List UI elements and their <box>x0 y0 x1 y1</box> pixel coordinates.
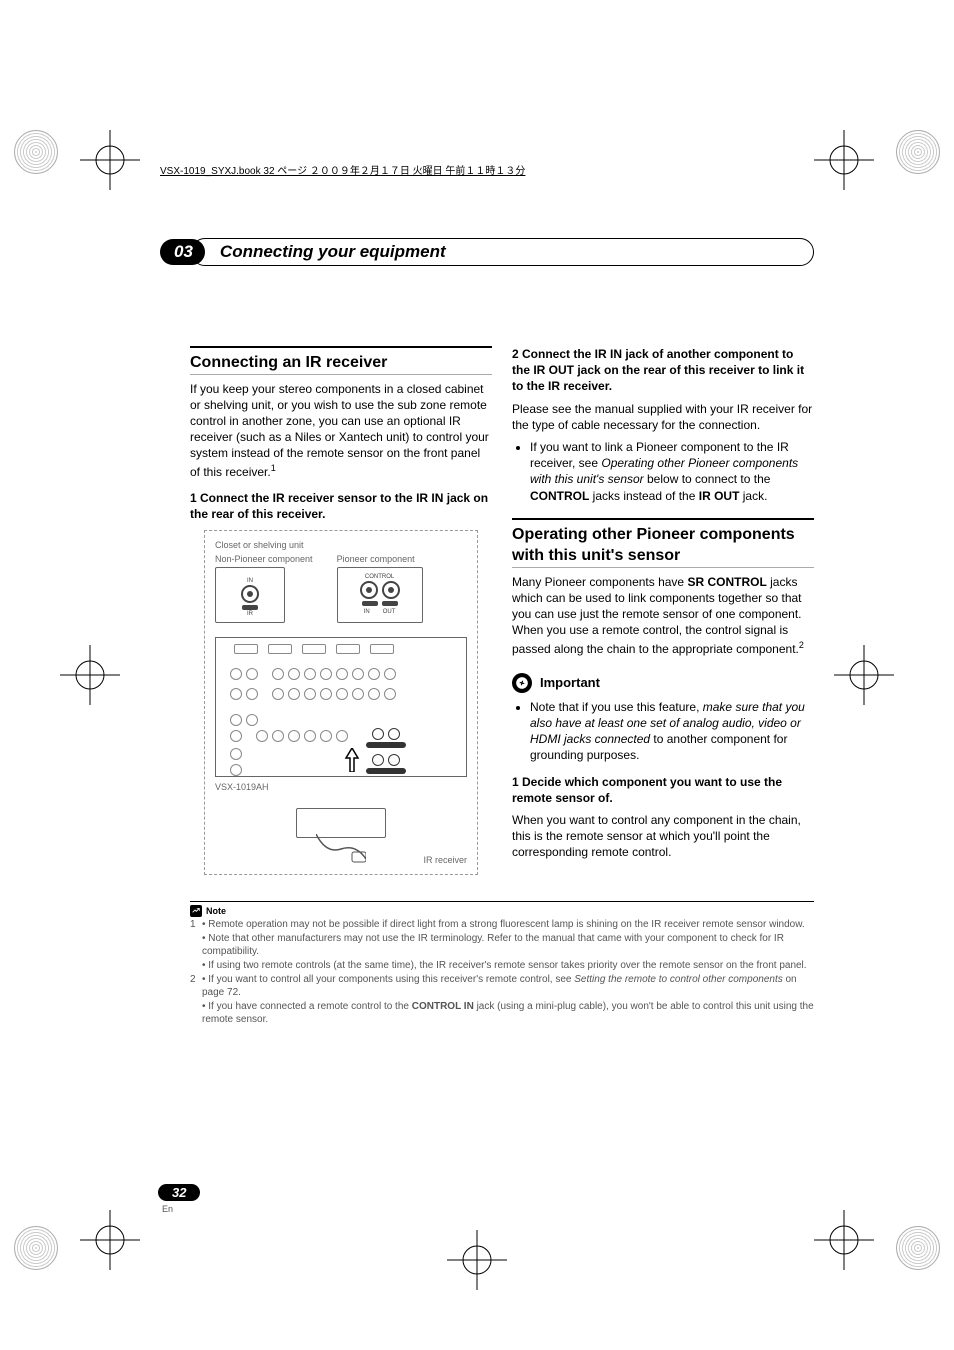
deco-circle-tr <box>896 130 940 174</box>
page-content: VSX-1019_SYXJ.book 32 ページ ２００９年２月１７日 火曜日… <box>110 150 844 1250</box>
chapter-header: 03 Connecting your equipment <box>160 238 814 266</box>
important-bullet: Note that if you use this feature, make … <box>530 699 814 764</box>
step1-remote-title: 1 Decide which component you want to use… <box>512 774 814 806</box>
step1-remote-body: When you want to control any component i… <box>512 812 814 861</box>
step2-title: 2 Connect the IR IN jack of another comp… <box>512 346 814 395</box>
diagram-nonpioneer-label: Non-Pioneer component <box>215 553 313 565</box>
important-icon <box>512 673 532 693</box>
note-label: Note <box>206 906 226 916</box>
important-label: Important <box>540 674 600 692</box>
diagram-closet-label: Closet or shelving unit <box>215 539 467 551</box>
left-column: Connecting an IR receiver If you keep yo… <box>190 346 492 875</box>
deco-circle-tl <box>14 130 58 174</box>
diagram-pioneer-label: Pioneer component <box>337 553 423 565</box>
page-number-badge: 32 En <box>158 1184 200 1214</box>
chapter-title: Connecting your equipment <box>191 238 814 266</box>
step2-body: Please see the manual supplied with your… <box>512 401 814 433</box>
intro-paragraph: If you keep your stereo components in a … <box>190 381 492 480</box>
footnotes: 1• Remote operation may not be possible … <box>190 918 814 1026</box>
deco-circle-bl <box>14 1226 58 1270</box>
diagram-pioneer-box: CONTROL IN OUT <box>337 567 423 623</box>
footnote-separator <box>190 901 814 902</box>
important-heading: Important <box>512 673 814 693</box>
source-file-header: VSX-1019_SYXJ.book 32 ページ ２００９年２月１７日 火曜日… <box>160 162 844 177</box>
diagram-model-label: VSX-1019AH <box>215 781 467 793</box>
section2-intro: Many Pioneer components have SR CONTROL … <box>512 574 814 657</box>
diagram-closet: Closet or shelving unit Non-Pioneer comp… <box>204 530 478 875</box>
section-title-operating: Operating other Pioneer components with … <box>512 518 814 568</box>
diagram-arrow-icon <box>344 748 360 772</box>
page-number: 32 <box>158 1184 200 1201</box>
diagram-nonpioneer-box: IN IR <box>215 567 285 623</box>
note-icon <box>190 905 202 917</box>
step1-title: 1 Connect the IR receiver sensor to the … <box>190 490 492 522</box>
note-heading: Note <box>190 905 844 917</box>
page-lang: En <box>162 1204 200 1214</box>
diagram-receiver-cable <box>316 834 366 864</box>
section-title-ir-receiver: Connecting an IR receiver <box>190 346 492 375</box>
step2-bullet: If you want to link a Pioneer component … <box>530 439 814 504</box>
deco-circle-br <box>896 1226 940 1270</box>
right-column: 2 Connect the IR IN jack of another comp… <box>512 346 814 875</box>
diagram-rear-panel <box>215 637 467 777</box>
chapter-number: 03 <box>160 239 205 265</box>
